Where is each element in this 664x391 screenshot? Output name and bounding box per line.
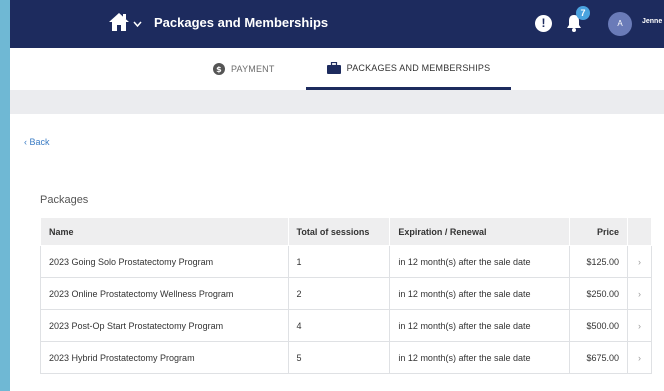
table-row[interactable]: 2023 Going Solo Prostatectomy Program 1 … xyxy=(40,245,652,278)
table-row[interactable]: 2023 Post-Op Start Prostatectomy Program… xyxy=(40,309,652,342)
toolbar-band xyxy=(10,90,664,114)
package-name: 2023 Hybrid Prostatectomy Program xyxy=(40,341,289,374)
table-header-row: Name Total of sessions Expiration / Rene… xyxy=(40,217,652,246)
notification-badge: 7 xyxy=(576,6,590,20)
column-header-sessions[interactable]: Total of sessions xyxy=(287,217,391,246)
chevron-right-icon[interactable]: › xyxy=(627,277,652,310)
tab-payment-label: PAYMENT xyxy=(231,64,275,74)
chevron-down-icon xyxy=(133,21,142,27)
package-expiration: in 12 month(s) after the sale date xyxy=(389,309,571,342)
package-sessions: 4 xyxy=(288,309,391,342)
package-expiration: in 12 month(s) after the sale date xyxy=(389,341,571,374)
packages-section-title: Packages xyxy=(40,194,89,206)
package-sessions: 2 xyxy=(288,277,391,310)
package-name: 2023 Going Solo Prostatectomy Program xyxy=(40,245,289,278)
tab-bar: $ PAYMENT PACKAGES AND MEMBERSHIPS xyxy=(10,48,664,90)
alert-icon[interactable]: ! xyxy=(535,15,552,32)
username-label[interactable]: Jenne xyxy=(642,18,662,25)
column-header-name[interactable]: Name xyxy=(40,217,289,246)
top-navigation-bar: Packages and Memberships ! 7 A Jenne xyxy=(10,0,664,48)
table-row[interactable]: 2023 Hybrid Prostatectomy Program 5 in 1… xyxy=(40,341,652,374)
chevron-right-icon[interactable]: › xyxy=(627,309,652,342)
home-menu-button[interactable] xyxy=(108,12,142,32)
avatar[interactable]: A xyxy=(608,12,632,36)
table-row[interactable]: 2023 Online Prostatectomy Wellness Progr… xyxy=(40,277,652,310)
chevron-right-icon[interactable]: › xyxy=(627,245,652,278)
app-window: Packages and Memberships ! 7 A Jenne $ P… xyxy=(10,0,664,391)
tab-packages-and-memberships[interactable]: PACKAGES AND MEMBERSHIPS xyxy=(306,48,511,90)
package-price: $500.00 xyxy=(569,309,629,342)
svg-text:$: $ xyxy=(216,65,222,74)
package-expiration: in 12 month(s) after the sale date xyxy=(389,245,571,278)
chevron-right-icon[interactable]: › xyxy=(627,341,652,374)
package-name: 2023 Online Prostatectomy Wellness Progr… xyxy=(40,277,289,310)
home-icon xyxy=(109,13,129,31)
packages-table: Name Total of sessions Expiration / Rene… xyxy=(40,217,652,374)
column-header-price[interactable]: Price xyxy=(569,217,629,246)
package-sessions: 1 xyxy=(288,245,391,278)
package-sessions: 5 xyxy=(288,341,391,374)
briefcase-icon xyxy=(326,61,341,74)
page-title: Packages and Memberships xyxy=(154,15,329,30)
column-header-action xyxy=(627,217,652,246)
package-price: $250.00 xyxy=(569,277,629,310)
package-price: $675.00 xyxy=(569,341,629,374)
package-price: $125.00 xyxy=(569,245,629,278)
back-link[interactable]: ‹ Back xyxy=(24,137,50,147)
column-header-expiration[interactable]: Expiration / Renewal xyxy=(389,217,571,246)
package-name: 2023 Post-Op Start Prostatectomy Program xyxy=(40,309,289,342)
tab-payment[interactable]: $ PAYMENT xyxy=(213,48,275,90)
dollar-circle-icon: $ xyxy=(213,63,225,75)
package-expiration: in 12 month(s) after the sale date xyxy=(389,277,571,310)
tab-packages-label: PACKAGES AND MEMBERSHIPS xyxy=(346,62,491,73)
